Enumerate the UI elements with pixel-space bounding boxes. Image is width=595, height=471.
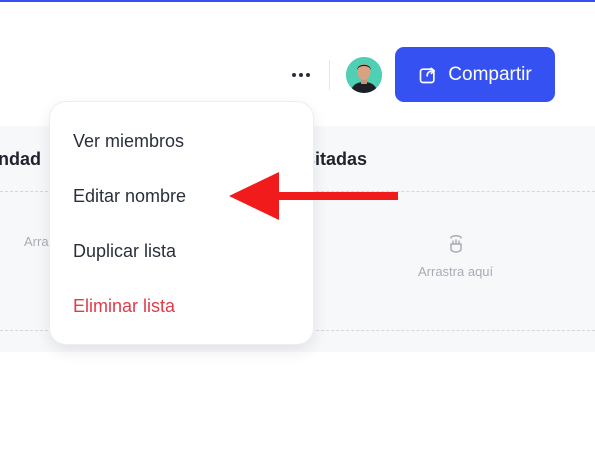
menu-item-view-members[interactable]: Ver miembros <box>50 114 313 169</box>
drop-zone-label: Arrastra aquí <box>418 264 494 279</box>
drop-zone-label: Arra <box>24 234 49 249</box>
menu-item-duplicate-list[interactable]: Duplicar lista <box>50 224 313 279</box>
app-screen: Compartir ndad isitadas Arra Arrastra aq… <box>0 0 595 471</box>
menu-item-delete-list[interactable]: Eliminar lista <box>50 279 313 334</box>
column-title: ndad <box>0 149 41 169</box>
menu-item-label: Ver miembros <box>73 131 185 151</box>
drag-hand-icon <box>449 235 462 253</box>
share-button-label: Compartir <box>448 63 532 85</box>
user-avatar[interactable] <box>346 56 382 93</box>
annotation-arrow <box>229 172 398 220</box>
top-accent-line <box>0 0 595 2</box>
share-button[interactable]: Compartir <box>395 47 555 102</box>
menu-item-label: Duplicar lista <box>73 241 177 261</box>
more-options-button[interactable] <box>285 48 317 102</box>
list-options-menu: Ver miembros Editar nombre Duplicar list… <box>50 102 313 344</box>
menu-item-label: Editar nombre <box>73 186 187 206</box>
drop-zone[interactable]: Arrastra aquí <box>418 234 493 279</box>
header-actions: Compartir <box>285 47 555 102</box>
header-divider <box>329 59 330 90</box>
drop-zone[interactable]: Arra <box>24 234 49 249</box>
menu-item-label: Eliminar lista <box>73 296 176 316</box>
avatar-image <box>346 56 382 93</box>
share-icon <box>419 67 436 83</box>
more-horizontal-icon <box>292 72 310 77</box>
